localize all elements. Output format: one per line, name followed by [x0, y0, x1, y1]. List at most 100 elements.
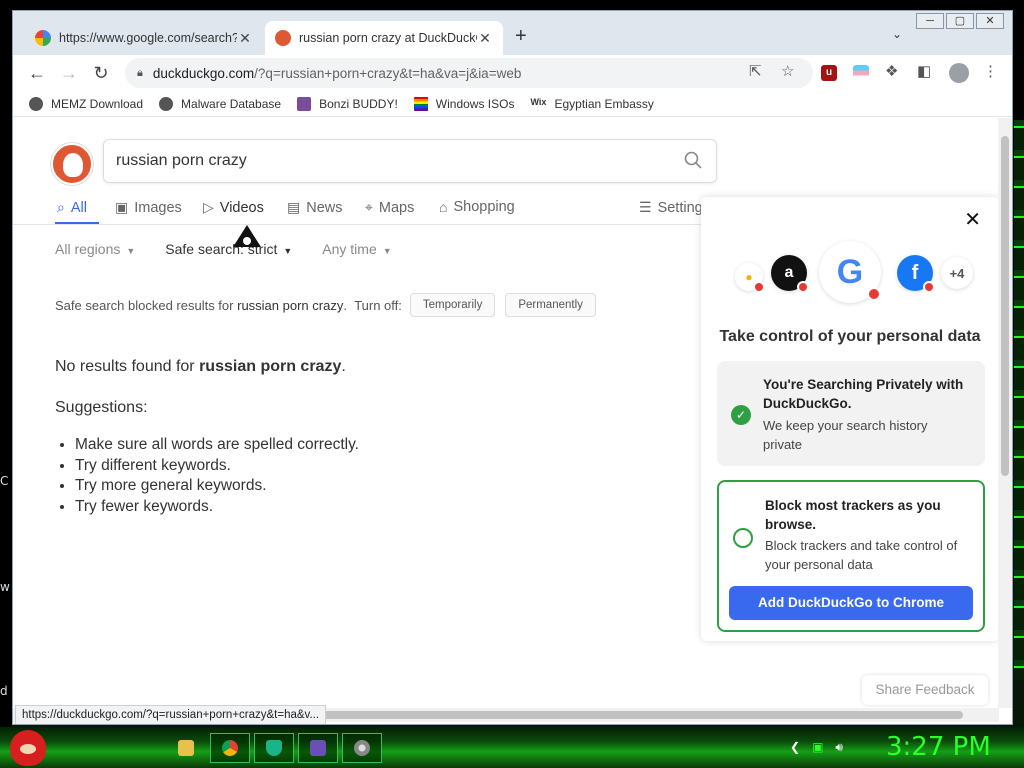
tab-videos[interactable]: ▷ Videos — [203, 199, 264, 216]
taskbar-shield-button[interactable] — [254, 733, 294, 763]
volume-icon[interactable]: 🔊︎ — [835, 740, 843, 755]
bookmark-memz[interactable]: MEMZ Download — [29, 96, 144, 111]
tab-duckduckgo[interactable]: russian porn crazy at DuckDuckGo ✕ — [265, 21, 503, 55]
vertical-scrollbar[interactable] — [998, 118, 1012, 708]
search-icon[interactable] — [684, 151, 702, 169]
tab-label: Images — [134, 199, 182, 216]
taskbar-clock[interactable]: 3:27 PM — [886, 732, 991, 762]
suggestions-heading: Suggestions: — [55, 399, 148, 416]
notice-query: russian porn crazy — [237, 297, 344, 313]
profile-avatar-icon[interactable] — [949, 63, 969, 83]
map-pin-icon: ⌖ — [365, 199, 373, 215]
system-tray: ❮ ▣ 🔊︎ — [790, 740, 855, 755]
blocked-badge-icon — [923, 281, 935, 293]
blocked-badge-icon — [753, 281, 765, 293]
notice-period: . — [343, 297, 347, 313]
tab-title: https://www.google.com/search? — [59, 31, 237, 45]
card-subtext: Block trackers and take control of your … — [765, 538, 958, 572]
bookmark-malware-database[interactable]: Malware Database — [159, 96, 281, 111]
side-panel-icon[interactable]: ◧ — [917, 62, 931, 80]
tracker-logo-icon: ● — [735, 263, 765, 293]
scrollbar-thumb[interactable] — [1001, 136, 1009, 476]
pride-extension-icon[interactable] — [853, 65, 869, 81]
forward-arrow-icon[interactable]: → — [53, 57, 85, 89]
share-feedback-button[interactable]: Share Feedback — [862, 675, 988, 705]
tab-maps[interactable]: ⌖ Maps — [365, 199, 414, 216]
filter-label: All regions — [55, 241, 121, 257]
close-tab-icon[interactable]: ✕ — [237, 30, 253, 47]
bookmark-bonzi-buddy[interactable]: Bonzi BUDDY! — [297, 96, 398, 111]
menu-kebab-icon[interactable]: ⋮ — [983, 62, 998, 80]
browser-window: ─ ▢ ✕ https://www.google.com/search? ✕ r… — [12, 10, 1013, 725]
play-icon: ▷ — [203, 199, 214, 215]
bookmark-label: MEMZ Download — [51, 96, 144, 111]
taskbar-folder-button[interactable] — [166, 733, 206, 763]
caret-down-icon: ▼ — [382, 246, 392, 256]
bookmark-star-icon[interactable]: ☆ — [781, 62, 794, 80]
filter-label: Any time — [322, 241, 377, 257]
settings-link[interactable]: ☰ Settings — [639, 199, 710, 216]
bookmark-label: Egyptian Embassy — [554, 96, 654, 111]
bonzi-icon — [297, 96, 312, 111]
taskbar — [0, 727, 1024, 768]
close-icon[interactable]: ✕ — [964, 207, 981, 232]
close-tab-icon[interactable]: ✕ — [477, 30, 493, 47]
taskbar-app-button[interactable] — [298, 733, 338, 763]
maximize-button[interactable]: ▢ — [946, 13, 974, 29]
google-icon — [35, 30, 51, 46]
search-input[interactable]: russian porn crazy — [103, 139, 717, 183]
turn-off-permanently-button[interactable]: Permanently — [505, 293, 596, 317]
tab-shopping[interactable]: ⌂ Shopping — [439, 199, 515, 215]
more-trackers-count: +4 — [941, 257, 973, 289]
tab-label: Maps — [378, 199, 415, 216]
ublock-icon[interactable]: u — [821, 65, 837, 81]
share-icon[interactable]: ⇱ — [749, 62, 762, 80]
tab-google[interactable]: https://www.google.com/search? ✕ — [25, 21, 263, 55]
close-window-button[interactable]: ✕ — [976, 13, 1004, 29]
tab-news[interactable]: ▤ News — [287, 199, 343, 216]
tab-search-chevron-icon[interactable]: ⌄ — [892, 27, 902, 41]
private-search-card: ✓ You're Searching Privately with DuckDu… — [717, 361, 985, 466]
gear-icon — [354, 740, 370, 756]
back-arrow-icon[interactable]: ← — [21, 57, 53, 89]
radio-circle-icon — [733, 528, 753, 548]
tray-arrow-icon[interactable]: ❮ — [790, 740, 800, 755]
turn-off-temporarily-button[interactable]: Temporarily — [409, 293, 496, 317]
desktop-text-fragment: C — [0, 474, 9, 488]
bookmark-windows-isos[interactable]: Windows ISOs — [413, 96, 514, 111]
active-tab-underline — [55, 222, 99, 224]
search-query: russian porn crazy — [116, 152, 247, 169]
globe-icon — [29, 96, 43, 111]
duckduckgo-logo[interactable] — [51, 143, 93, 185]
search-icon: ⌕ — [57, 199, 65, 215]
desktop-right-decoration — [1014, 120, 1024, 680]
bookmarks-bar: MEMZ Download Malware Database Bonzi BUD… — [13, 91, 1012, 117]
privacy-promo-panel: ✕ ● a G f +4 Take control of your person… — [701, 197, 999, 641]
address-bar[interactable]: 🔒︎ duckduckgo.com/?q=russian+porn+crazy&… — [125, 58, 813, 88]
tab-label: All — [70, 199, 87, 216]
network-icon[interactable]: ▣ — [812, 740, 823, 755]
chrome-icon — [222, 740, 238, 756]
tab-images[interactable]: ▣ Images — [115, 199, 182, 216]
bookmark-egyptian-embassy[interactable]: Wix Egyptian Embassy — [530, 97, 653, 111]
url-path: /?q=russian+porn+crazy&t=ha&va=j&ia=web — [254, 65, 522, 81]
tab-strip: ─ ▢ ✕ https://www.google.com/search? ✕ r… — [13, 11, 1012, 55]
card-heading: You're Searching Privately with DuckDuck… — [763, 377, 964, 411]
extensions-puzzle-icon[interactable]: ❖ — [885, 62, 898, 80]
safe-search-filter[interactable]: Safe search: strict ▼ — [165, 241, 292, 257]
scrollbar-thumb[interactable] — [323, 711, 963, 719]
add-to-chrome-button[interactable]: Add DuckDuckGo to Chrome — [729, 586, 973, 620]
taskbar-gear-button[interactable] — [342, 733, 382, 763]
new-tab-button[interactable]: + — [515, 25, 527, 48]
reload-icon[interactable]: ↻ — [85, 57, 117, 89]
time-filter[interactable]: Any time ▼ — [322, 241, 391, 257]
link-status-bubble: https://duckduckgo.com/?q=russian+porn+c… — [15, 705, 327, 724]
start-button-angry-bird-icon[interactable] — [10, 730, 46, 766]
taskbar-chrome-button[interactable] — [210, 733, 250, 763]
desktop-left-strip — [0, 0, 12, 768]
minimize-button[interactable]: ─ — [916, 13, 944, 29]
image-icon: ▣ — [115, 199, 129, 215]
region-filter[interactable]: All regions ▼ — [55, 241, 135, 257]
app-icon — [310, 740, 326, 756]
tab-all[interactable]: ⌕ All — [57, 199, 87, 216]
